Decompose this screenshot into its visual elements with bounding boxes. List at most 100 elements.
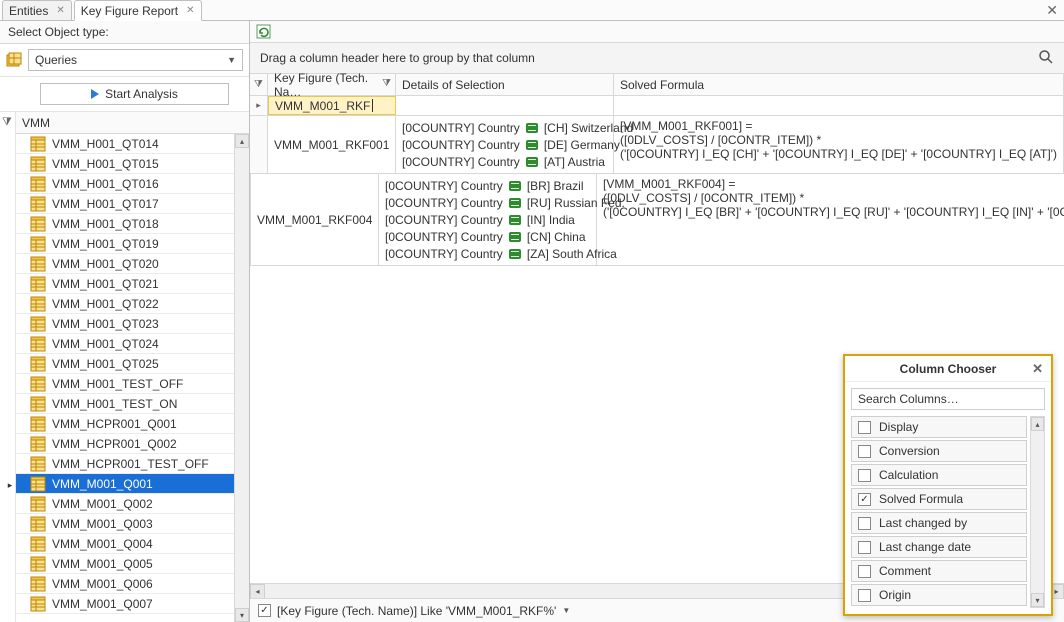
column-key-figure[interactable]: Key Figure (Tech. Na… ⧩	[268, 74, 396, 95]
tree-item[interactable]: VMM_M001_Q002	[16, 494, 249, 514]
selection-attr: [0COUNTRY] Country	[385, 213, 503, 227]
query-icon	[30, 576, 46, 592]
equals-icon	[509, 215, 521, 225]
combo-value: Queries	[35, 53, 77, 67]
tree-item[interactable]: VMM_H001_QT018	[16, 214, 249, 234]
column-chooser-item-label: Comment	[879, 564, 931, 578]
tree-item-label: VMM_H001_QT017	[52, 197, 159, 211]
query-icon	[30, 176, 46, 192]
tree-item[interactable]: VMM_H001_QT017	[16, 194, 249, 214]
column-chooser-item[interactable]: Comment	[851, 560, 1027, 582]
tree-item[interactable]: VMM_H001_QT015	[16, 154, 249, 174]
tab-label: Key Figure Report	[81, 4, 178, 18]
selection-value: [CN] China	[527, 230, 586, 244]
tree-item[interactable]: VMM_H001_QT021	[16, 274, 249, 294]
cell-details: [0COUNTRY] Country[BR] Brazil[0COUNTRY] …	[379, 174, 597, 265]
tree-item[interactable]: VMM_M001_Q005	[16, 554, 249, 574]
close-icon[interactable]: ✕	[1032, 361, 1043, 377]
close-icon[interactable]: ✕	[1046, 2, 1058, 19]
checkbox[interactable]	[858, 445, 871, 458]
column-chooser-item[interactable]: Calculation	[851, 464, 1027, 486]
tree-list[interactable]: VMM_H001_QT014VMM_H001_QT015VMM_H001_QT0…	[16, 134, 249, 622]
column-details[interactable]: Details of Selection	[396, 74, 614, 95]
column-chooser-item-label: Origin	[879, 588, 911, 602]
formula-line: ('[0COUNTRY] I_EQ [BR]' + '[0COUNTRY] I_…	[603, 205, 1064, 219]
selection-attr: [0COUNTRY] Country	[385, 196, 503, 210]
tree-item[interactable]: VMM_H001_QT022	[16, 294, 249, 314]
chevron-down-icon[interactable]: ▼	[562, 606, 570, 615]
search-icon[interactable]	[1038, 49, 1054, 69]
filter-icon[interactable]: ⧩	[2, 116, 12, 129]
table-row[interactable]: VMM_M001_RKF004[0COUNTRY] Country[BR] Br…	[250, 174, 1064, 266]
checkbox[interactable]	[858, 565, 871, 578]
column-solved-formula[interactable]: Solved Formula	[614, 74, 1064, 95]
start-analysis-button[interactable]: Start Analysis	[40, 83, 229, 105]
tab-entities[interactable]: Entities ✕	[2, 0, 72, 20]
scroll-left-icon[interactable]: ◂	[250, 584, 265, 598]
checkbox[interactable]	[858, 421, 871, 434]
checkbox[interactable]	[858, 541, 871, 554]
tree-item[interactable]: VMM_H001_QT025	[16, 354, 249, 374]
filter-input-key-figure[interactable]: VMM_M001_RKF	[268, 96, 396, 115]
tree-item[interactable]: VMM_M001_Q004	[16, 534, 249, 554]
column-chooser-item[interactable]: Last changed by	[851, 512, 1027, 534]
formula-line: [VMM_M001_RKF004] =	[603, 177, 1064, 191]
filter-input-details[interactable]	[396, 96, 614, 115]
tree-item[interactable]: VMM_M001_Q006	[16, 574, 249, 594]
column-chooser-item[interactable]: Display	[851, 416, 1027, 438]
tree-header[interactable]: VMM	[16, 112, 249, 134]
tree-item[interactable]: VMM_M001_Q001	[16, 474, 249, 494]
scrollbar[interactable]: ▴ ▾	[234, 134, 249, 622]
filter-input-formula[interactable]	[614, 96, 1064, 115]
scrollbar[interactable]: ▴ ▾	[1030, 416, 1045, 608]
tree-item[interactable]: VMM_HCPR001_Q002	[16, 434, 249, 454]
column-chooser[interactable]: Column Chooser ✕ Search Columns… Display…	[843, 354, 1053, 616]
group-by-area[interactable]: Drag a column header here to group by th…	[250, 43, 1064, 74]
equals-icon	[509, 249, 521, 259]
column-chooser-item[interactable]: Conversion	[851, 440, 1027, 462]
tree-item[interactable]: VMM_H001_QT024	[16, 334, 249, 354]
tree-item[interactable]: VMM_HCPR001_Q001	[16, 414, 249, 434]
tree-item[interactable]: VMM_H001_QT014	[16, 134, 249, 154]
table-row[interactable]: VMM_M001_RKF001[0COUNTRY] Country[CH] Sw…	[250, 116, 1064, 174]
tree-item[interactable]: VMM_M001_Q003	[16, 514, 249, 534]
close-icon[interactable]: ✕	[56, 5, 64, 16]
column-chooser-item[interactable]: Solved Formula	[851, 488, 1027, 510]
checkbox[interactable]	[858, 469, 871, 482]
close-icon[interactable]: ✕	[186, 5, 194, 16]
query-icon	[30, 356, 46, 372]
column-chooser-search[interactable]: Search Columns…	[851, 388, 1045, 410]
group-hint: Drag a column header here to group by th…	[260, 51, 535, 65]
tree-item[interactable]: VMM_H001_TEST_OFF	[16, 374, 249, 394]
tree-item[interactable]: VMM_HCPR001_TEST_OFF	[16, 454, 249, 474]
checkbox[interactable]	[858, 517, 871, 530]
tree-root-label: VMM	[22, 116, 50, 130]
dialog-title: Column Chooser	[900, 362, 997, 376]
column-chooser-item-label: Conversion	[879, 444, 940, 458]
tree-item[interactable]: VMM_H001_QT020	[16, 254, 249, 274]
tree-item[interactable]: VMM_H001_QT023	[16, 314, 249, 334]
query-icon	[30, 516, 46, 532]
tree-item[interactable]: VMM_H001_QT019	[16, 234, 249, 254]
formula-line: [VMM_M001_RKF001] =	[620, 119, 1057, 133]
filter-icon[interactable]: ⧩	[254, 79, 263, 90]
checkbox[interactable]	[858, 589, 871, 602]
tree-item[interactable]: VMM_M001_Q007	[16, 594, 249, 614]
tree-gutter: ⧩ ▸	[0, 112, 16, 622]
tab-key-figure-report[interactable]: Key Figure Report ✕	[74, 0, 202, 21]
filter-enabled-checkbox[interactable]	[258, 604, 271, 617]
column-chooser-item[interactable]: Last change date	[851, 536, 1027, 558]
scroll-up-icon[interactable]: ▴	[1031, 417, 1044, 431]
column-chooser-item[interactable]: Origin	[851, 584, 1027, 606]
filter-icon[interactable]: ⧩	[382, 78, 391, 89]
tree-item[interactable]: VMM_H001_QT016	[16, 174, 249, 194]
scroll-down-icon[interactable]: ▾	[1031, 593, 1044, 607]
query-icon	[30, 156, 46, 172]
object-type-combo[interactable]: Queries ▼	[28, 49, 243, 71]
cell-formula: [VMM_M001_RKF001] =([0DLV_COSTS] / [0CON…	[614, 116, 1064, 173]
checkbox[interactable]	[858, 493, 871, 506]
scroll-up-icon[interactable]: ▴	[235, 134, 249, 148]
scroll-down-icon[interactable]: ▾	[235, 608, 249, 622]
refresh-icon[interactable]	[256, 24, 272, 40]
tree-item[interactable]: VMM_H001_TEST_ON	[16, 394, 249, 414]
